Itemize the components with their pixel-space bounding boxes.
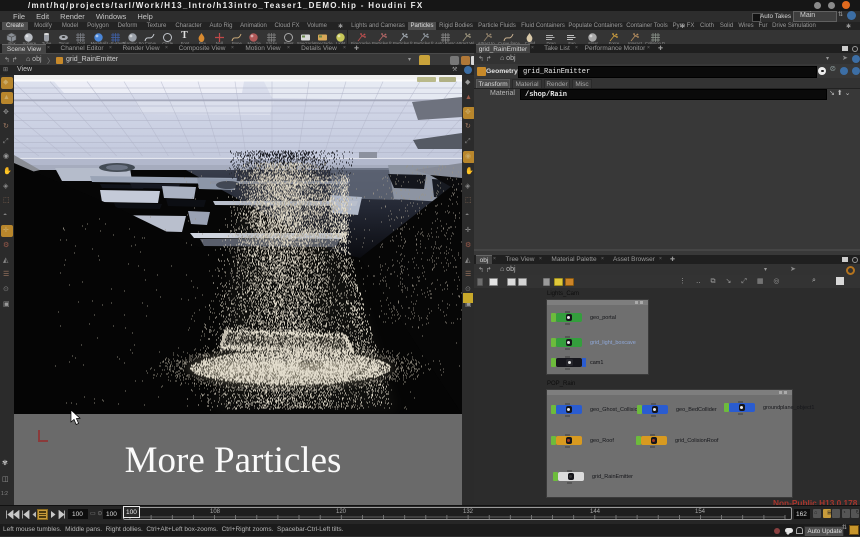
svg-text:108: 108 [210, 509, 221, 515]
svg-text:154: 154 [695, 509, 706, 515]
svg-text:120: 120 [336, 509, 347, 515]
svg-text:144: 144 [590, 509, 601, 515]
svg-text:132: 132 [463, 509, 474, 515]
